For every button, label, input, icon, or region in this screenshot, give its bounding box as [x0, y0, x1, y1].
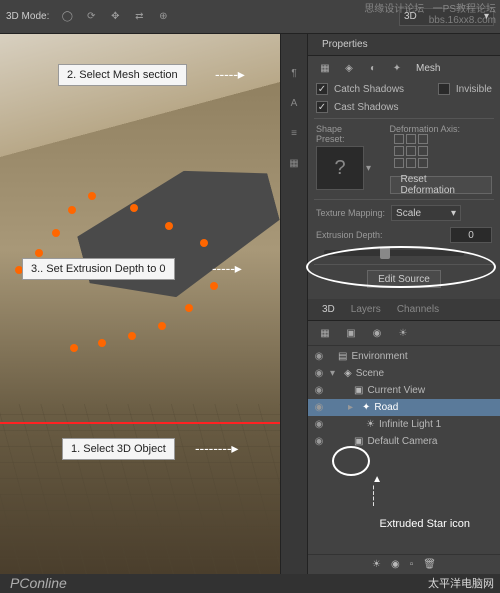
watermark-pconline: PConline	[10, 575, 67, 591]
orbit-icon[interactable]: ◯	[57, 7, 77, 27]
callout-step1: 1. Select 3D Object	[62, 438, 175, 460]
invisible-checkbox[interactable]	[438, 83, 450, 95]
eye-icon[interactable]: ◉	[312, 351, 326, 362]
filter-whole-icon[interactable]: ▦	[316, 325, 334, 341]
cast-shadows-checkbox[interactable]: ✓	[316, 101, 328, 113]
layer-scene[interactable]: ◉ ▾ ◈ Scene	[308, 365, 500, 382]
arrow-icon: - - - - - ▸	[212, 260, 240, 277]
invisible-label: Invisible	[456, 84, 492, 95]
layer-default-camera[interactable]: ◉ ▣ Default Camera	[308, 433, 500, 450]
cap-section-icon[interactable]: ◐	[364, 60, 382, 76]
horizon-line	[0, 422, 280, 424]
scene-icon: ◈	[344, 368, 352, 379]
ground-plane-grid	[0, 404, 280, 574]
new-light-icon[interactable]: ☀	[372, 559, 381, 570]
light-icon: ☀	[366, 419, 375, 430]
3d-panel-header: 3D Layers Channels	[308, 299, 500, 321]
eye-icon[interactable]: ◉	[312, 368, 326, 379]
right-panels: Properties ▦ ◈ ◐ ✦ Mesh ✓ Catch Shadows …	[308, 34, 500, 574]
texture-mapping-dropdown[interactable]: Scale▾	[391, 205, 461, 221]
eye-icon[interactable]: ◉	[312, 419, 326, 430]
arrow-icon: - - - - - - - - ▸	[195, 440, 236, 457]
tab-layers[interactable]: Layers	[343, 302, 389, 317]
filter-light-icon[interactable]: ☀	[394, 325, 412, 341]
reset-deformation-button[interactable]: Reset Deformation	[390, 176, 493, 194]
deformation-axis-grid[interactable]	[394, 134, 493, 168]
pan-icon[interactable]: ✥	[105, 7, 125, 27]
catch-shadows-checkbox[interactable]: ✓	[316, 83, 328, 95]
properties-section-tabs: ▦ ◈ ◐ ✦ Mesh	[308, 56, 500, 80]
filter-mesh-icon[interactable]: ▣	[342, 325, 360, 341]
arrow-icon: - - - - - ▸	[215, 66, 243, 83]
arrow-up-icon: ▲¦¦	[372, 474, 382, 507]
tab-channels[interactable]: Channels	[389, 302, 447, 317]
layer-current-view[interactable]: ◉ ▣ Current View	[308, 382, 500, 399]
edit-source-button[interactable]: Edit Source	[367, 270, 441, 288]
callout-step3: 3.. Set Extrusion Depth to 0	[22, 258, 175, 280]
layer-road[interactable]: ◉ ▸ ✦ Road	[308, 399, 500, 416]
zoom-icon[interactable]: ⊕	[153, 7, 173, 27]
callout-step2: 2. Select Mesh section	[58, 64, 187, 86]
extrusion-depth-slider[interactable]	[324, 250, 464, 256]
layer-infinite-light[interactable]: ◉ ☀ Infinite Light 1	[308, 416, 500, 433]
delete-icon[interactable]: 🗑	[423, 559, 436, 570]
deform-axis-label: Deformation Axis:	[390, 124, 493, 134]
catch-shadows-label: Catch Shadows	[334, 84, 404, 95]
deform-section-icon[interactable]: ◈	[340, 60, 358, 76]
cast-shadows-label: Cast Shadows	[334, 102, 398, 113]
env-icon: ▤	[338, 351, 347, 362]
tab-3d[interactable]: 3D	[314, 302, 343, 317]
watermark-pacific: 太平洋电脑网	[428, 575, 494, 591]
canvas[interactable]	[0, 34, 280, 574]
extrusion-depth-input[interactable]: 0	[450, 227, 492, 243]
texture-mapping-label: Texture Mapping:	[316, 208, 385, 218]
mesh-label: Mesh	[416, 63, 440, 74]
chevron-down-icon: ▾	[451, 208, 456, 219]
3d-object-list: ◉ ▤ Environment ◉ ▾ ◈ Scene ◉ ▣ Current …	[308, 346, 500, 452]
coords-section-icon[interactable]: ✦	[388, 60, 406, 76]
properties-header: Properties	[308, 34, 500, 56]
3d-panel-footer: ☀ ◉ ▫ 🗑	[308, 554, 500, 574]
swatches-icon[interactable]: ▦	[285, 154, 303, 172]
eye-icon[interactable]: ◉	[312, 402, 326, 413]
tool-icons-group: ◯ ⟳ ✥ ⇄ ⊕	[57, 7, 173, 27]
type-a-icon[interactable]: A	[285, 94, 303, 112]
vertical-icon-strip: ¶ A ≡ ▦	[280, 34, 308, 574]
brush-icon[interactable]: ≡	[285, 124, 303, 142]
eye-icon[interactable]: ◉	[312, 385, 326, 396]
mesh-section-icon[interactable]: ▦	[316, 60, 334, 76]
paragraph-icon[interactable]: ¶	[285, 64, 303, 82]
layer-environment[interactable]: ◉ ▤ Environment	[308, 348, 500, 365]
extruded-star-label: Extruded Star icon	[380, 518, 471, 530]
3d-filter-icons: ▦ ▣ ◉ ☀	[308, 321, 500, 346]
shape-preset-thumb[interactable]: ?	[316, 146, 364, 190]
expand-icon[interactable]: ▸	[348, 402, 358, 413]
slide-icon[interactable]: ⇄	[129, 7, 149, 27]
properties-tab[interactable]: Properties	[314, 37, 376, 52]
expand-icon[interactable]: ▾	[330, 368, 340, 379]
extrusion-depth-label: Extrusion Depth:	[316, 230, 383, 240]
camera-icon: ▣	[354, 385, 363, 396]
camera-icon: ▣	[354, 436, 363, 447]
render-icon[interactable]: ◉	[391, 559, 400, 570]
roll-icon[interactable]: ⟳	[81, 7, 101, 27]
mode-label: 3D Mode:	[6, 11, 49, 22]
shape-preset-label: Shape Preset:	[316, 124, 372, 144]
filter-material-icon[interactable]: ◉	[368, 325, 386, 341]
new-object-icon[interactable]: ▫	[410, 559, 414, 570]
chevron-down-icon[interactable]: ▾	[366, 163, 371, 174]
watermark-top: 思缘设计论坛 一PS教程论坛 bbs.16xx8.com	[364, 0, 496, 26]
eye-icon[interactable]: ◉	[312, 436, 326, 447]
extruded-star-icon: ✦	[362, 402, 370, 413]
